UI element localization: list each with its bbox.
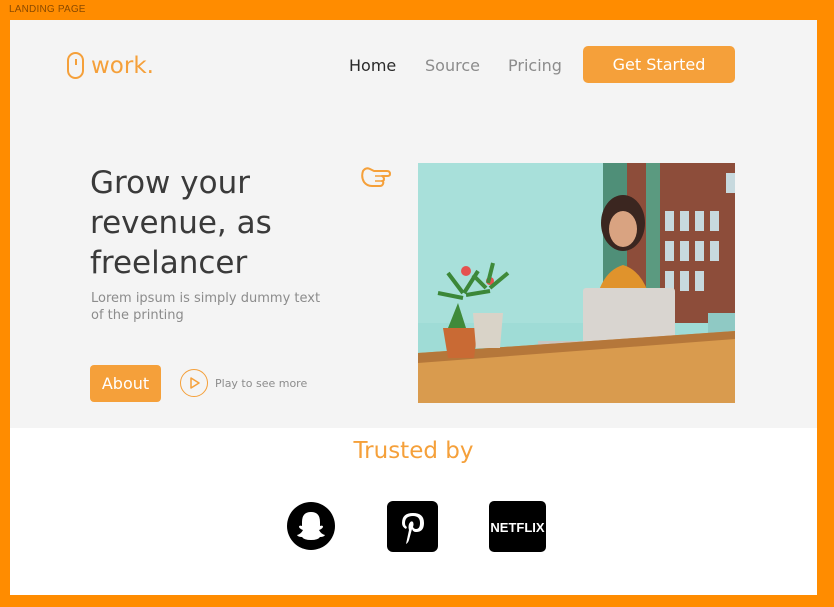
pinterest-icon[interactable]	[387, 501, 438, 556]
headline-line-3: freelancer	[90, 245, 248, 281]
pointing-hand-icon	[360, 162, 394, 192]
play-icon[interactable]	[180, 369, 208, 397]
nav-pricing[interactable]: Pricing	[508, 56, 562, 75]
about-button[interactable]: About	[90, 365, 161, 402]
play-label[interactable]: Play to see more	[215, 377, 307, 390]
hero-headline: Grow your revenue, as freelancer	[90, 163, 320, 283]
hero-subtext: Lorem ipsum is simply dummy text of the …	[91, 291, 321, 323]
nav-home[interactable]: Home	[349, 56, 396, 75]
hero-section: work. Home Source Pricing Get Started Gr…	[10, 20, 817, 428]
frame-label: LANDING PAGE	[9, 4, 86, 15]
mouse-icon	[67, 52, 84, 79]
get-started-button[interactable]: Get Started	[583, 46, 735, 83]
landing-page: work. Home Source Pricing Get Started Gr…	[10, 20, 817, 595]
headline-line-2: revenue, as	[90, 205, 272, 241]
netflix-label: NETFLIX	[490, 520, 544, 535]
woman-at-laptop-photo	[418, 163, 735, 403]
snapchat-icon[interactable]	[286, 501, 336, 555]
logo[interactable]: work.	[67, 52, 154, 79]
headline-line-1: Grow your	[90, 165, 250, 201]
logo-text: work.	[91, 52, 154, 79]
netflix-icon[interactable]: NETFLIX	[489, 501, 546, 556]
nav-source[interactable]: Source	[425, 56, 480, 75]
trusted-by-title: Trusted by	[353, 438, 474, 464]
